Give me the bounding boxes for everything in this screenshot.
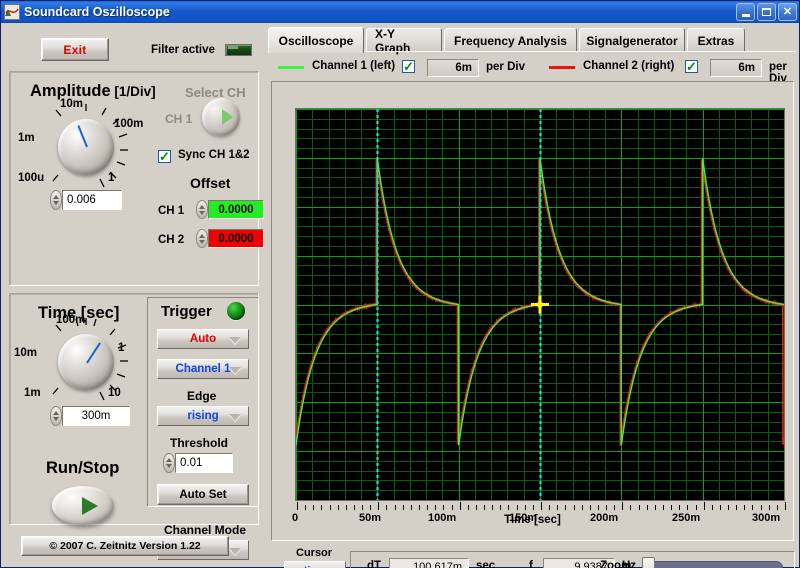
frequency-label: f	[529, 560, 533, 568]
ch2-offset-field[interactable]: 0.0000	[196, 229, 264, 248]
select-ch-value-label: CH 1	[165, 112, 193, 126]
ch2-offset-value[interactable]: 0.0000	[208, 229, 264, 248]
dt-value: 100.617m	[389, 558, 469, 568]
trigger-source-dropdown[interactable]: Channel 1	[157, 359, 249, 379]
amplitude-knob[interactable]	[58, 119, 114, 175]
maximize-button[interactable]	[757, 3, 776, 21]
amplitude-spinner[interactable]	[50, 190, 62, 210]
check-icon: ✓	[159, 148, 170, 164]
exit-button[interactable]: Exit	[41, 38, 109, 61]
zoom-slider[interactable]	[642, 557, 783, 568]
channel-mode-label: Channel Mode	[164, 523, 247, 537]
channel-1-label: Channel 1 (left)	[312, 60, 396, 72]
ch1-offset-label: CH 1	[158, 205, 185, 217]
time-spinner[interactable]	[50, 406, 62, 426]
trigger-title: Trigger	[161, 303, 212, 320]
time-value-field[interactable]: 300m	[50, 406, 130, 426]
application-window: Soundcard Oszilloscope ✕ Exit Filter act…	[0, 0, 800, 568]
channel-legend-row: Channel 1 (left) ✓ 6m per Div Channel 2 …	[266, 57, 799, 85]
ch2-offset-spinner[interactable]	[196, 229, 208, 248]
channel-1-color-swatch	[278, 66, 304, 69]
filter-active-label: Filter active	[151, 44, 215, 56]
zoom-slider-thumb[interactable]	[642, 557, 655, 568]
oscilloscope-plot-panel: 0 50m 100m 150m 200m 250m 300m Time [sec…	[271, 81, 794, 541]
check-icon: ✓	[403, 58, 414, 74]
trigger-threshold-field[interactable]: 0.01	[163, 453, 233, 473]
channel-1-checkbox[interactable]: ✓	[402, 60, 415, 73]
offset-title: Offset	[190, 175, 231, 191]
oscilloscope-icon	[4, 4, 20, 20]
ch1-offset-value[interactable]: 0.0000	[208, 200, 264, 219]
x-axis-title: Time [sec]	[504, 514, 561, 526]
amplitude-group: Amplitude [1/Div] 1m 10m 100m 1 100u 0.0…	[9, 71, 264, 286]
cursor-readout-panel: dT 100.617m sec f 9.9387 Hz Zoom	[350, 551, 795, 568]
select-ch-knob[interactable]	[202, 98, 240, 136]
tab-signalgenerator[interactable]: Signalgenerator	[579, 28, 685, 52]
channel-1-per-div-label: per Div	[486, 61, 525, 73]
channel-2-color-swatch	[549, 66, 575, 69]
waveform-canvas	[296, 109, 784, 500]
tab-strip: Oscilloscope X-Y Graph Frequency Analysi…	[268, 27, 796, 55]
trigger-edge-value: rising	[187, 410, 219, 422]
oscilloscope-plot-area[interactable]	[295, 108, 785, 501]
select-ch-pointer-icon	[222, 109, 233, 125]
play-icon	[82, 497, 98, 515]
dt-label: dT	[367, 560, 382, 568]
trigger-threshold-label: Threshold	[170, 436, 229, 450]
close-icon: ✕	[782, 5, 793, 18]
trigger-mode-value: Auto	[189, 333, 217, 345]
time-knob[interactable]	[58, 334, 114, 390]
dt-unit: sec	[476, 560, 496, 568]
run-stop-title: Run/Stop	[46, 459, 120, 477]
chevron-down-icon	[229, 414, 241, 421]
trigger-led-indicator	[227, 302, 245, 320]
ch1-offset-spinner[interactable]	[196, 200, 208, 219]
sync-channels-checkbox[interactable]: ✓	[158, 150, 171, 163]
tab-frequency-analysis[interactable]: Frequency Analysis	[444, 28, 577, 52]
copyright-bar: © 2007 C. Zeitnitz Version 1.22	[21, 536, 229, 556]
filter-active-indicator[interactable]	[225, 44, 252, 56]
zoom-label: Zoom	[600, 560, 632, 568]
time-value-input[interactable]: 300m	[62, 406, 130, 426]
trigger-threshold-input[interactable]: 0.01	[175, 453, 233, 473]
run-stop-button[interactable]	[52, 486, 114, 525]
sync-channels-label: Sync CH 1&2	[178, 149, 250, 161]
right-panel: Oscilloscope X-Y Graph Frequency Analysi…	[266, 23, 799, 568]
tab-extras[interactable]: Extras	[687, 28, 745, 52]
channel-1-per-div-value[interactable]: 6m	[427, 59, 479, 77]
auto-set-button[interactable]: Auto Set	[157, 484, 249, 505]
chevron-down-icon	[229, 337, 241, 344]
amplitude-value-field[interactable]: 0.006	[50, 190, 122, 210]
check-icon: ✓	[686, 58, 697, 74]
window-body: Exit Filter active Amplitude [1/Div] 1m …	[1, 23, 799, 568]
amplitude-value-input[interactable]: 0.006	[62, 190, 122, 210]
trigger-edge-dropdown[interactable]: rising	[157, 406, 249, 426]
channel-2-per-div-value[interactable]: 6m	[710, 59, 762, 77]
title-bar: Soundcard Oszilloscope ✕	[1, 1, 799, 23]
window-buttons: ✕	[736, 3, 797, 21]
x-axis-tick-bar	[297, 502, 786, 510]
minimize-button[interactable]	[736, 3, 755, 21]
trigger-edge-label: Edge	[187, 389, 217, 403]
tab-oscilloscope[interactable]: Oscilloscope	[268, 27, 364, 53]
cursor-section-label: Cursor	[296, 547, 333, 559]
close-button[interactable]: ✕	[778, 3, 797, 21]
window-title: Soundcard Oszilloscope	[24, 5, 170, 19]
ch2-offset-label: CH 2	[158, 234, 185, 246]
cursor-mode-dropdown[interactable]: time	[284, 561, 346, 568]
ch1-offset-field[interactable]: 0.0000	[196, 200, 264, 219]
chevron-down-icon	[229, 367, 241, 374]
channel-2-label: Channel 2 (right)	[583, 60, 675, 72]
tab-xy-graph[interactable]: X-Y Graph	[366, 27, 442, 55]
chevron-down-icon	[229, 548, 241, 555]
trigger-source-value: Channel 1	[175, 363, 231, 375]
threshold-spinner[interactable]	[163, 453, 175, 473]
left-control-panel: Exit Filter active Amplitude [1/Div] 1m …	[1, 23, 266, 567]
trigger-mode-dropdown[interactable]: Auto	[157, 329, 249, 349]
channel-2-checkbox[interactable]: ✓	[685, 60, 698, 73]
